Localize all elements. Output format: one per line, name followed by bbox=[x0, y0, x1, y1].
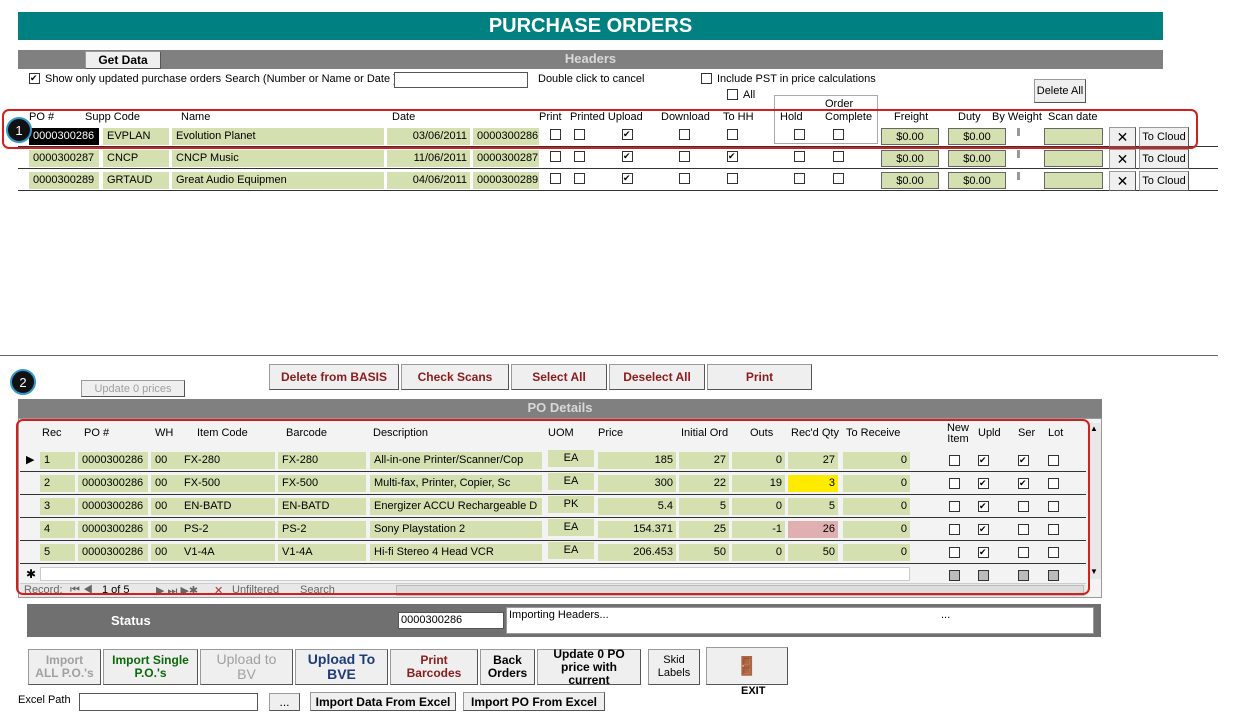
headers-section-bar: Headers bbox=[18, 50, 1163, 69]
skid-labels-button[interactable]: Skid Labels bbox=[648, 649, 700, 685]
excel-path-input[interactable] bbox=[79, 693, 258, 711]
upload-bve-button[interactable]: Upload To BVE bbox=[295, 649, 388, 685]
header-date-field[interactable]: 11/06/2011 bbox=[387, 150, 470, 167]
header-row-divider bbox=[18, 168, 1218, 169]
delete-all-button[interactable]: Delete All bbox=[1034, 79, 1086, 103]
to-cloud-button[interactable]: To Cloud bbox=[1139, 171, 1189, 191]
highlight-box-1 bbox=[2, 109, 1198, 149]
excel-path-label: Excel Path bbox=[18, 694, 71, 706]
header-name-field[interactable]: CNCP Music bbox=[172, 150, 384, 167]
show-only-updated-checkbox[interactable] bbox=[29, 73, 40, 84]
details-section-bar: PO Details bbox=[18, 399, 1102, 418]
header-date-field[interactable]: 04/06/2011 bbox=[387, 172, 470, 189]
import-all-label: Import ALL P.O.'s bbox=[35, 653, 94, 680]
delete-from-basis-button[interactable]: Delete from BASIS bbox=[269, 364, 399, 390]
header-row-divider bbox=[18, 190, 1218, 191]
print-barcodes-button[interactable]: Print Barcodes bbox=[390, 649, 478, 685]
scroll-up-icon[interactable]: ▲ bbox=[1090, 424, 1098, 433]
update-prices-button[interactable]: Update 0 prices bbox=[81, 380, 185, 397]
header-checkbox[interactable] bbox=[679, 151, 690, 162]
skid-labels-label: Skid Labels bbox=[657, 654, 691, 679]
header-supp-field[interactable]: GRTAUD bbox=[103, 172, 169, 189]
header-checkbox[interactable] bbox=[622, 173, 633, 184]
header-checkbox[interactable] bbox=[727, 173, 738, 184]
back-orders-label: Back Orders bbox=[487, 653, 528, 680]
page-title: PURCHASE ORDERS bbox=[18, 12, 1163, 40]
update-po-price-button[interactable]: Update 0 PO price with current bbox=[537, 646, 641, 687]
search-input[interactable] bbox=[394, 72, 528, 88]
header-checkbox[interactable] bbox=[550, 151, 561, 162]
search-label: Search (Number or Name or Date ) bbox=[225, 73, 397, 85]
browse-button[interactable]: ... bbox=[269, 693, 300, 711]
delete-row-button[interactable]: ✕ bbox=[1109, 171, 1136, 191]
back-orders-button[interactable]: Back Orders bbox=[480, 649, 535, 685]
select-all-button[interactable]: Select All bbox=[511, 364, 607, 390]
header-checkbox[interactable] bbox=[622, 151, 633, 162]
header-checkbox[interactable] bbox=[679, 173, 690, 184]
import-data-from-excel-button[interactable]: Import Data From Excel bbox=[310, 692, 456, 711]
upload-bv-button[interactable]: Upload to BV bbox=[200, 649, 293, 685]
status-po-field: 0000300286 bbox=[398, 612, 504, 629]
import-all-button[interactable]: Import ALL P.O.'s bbox=[28, 649, 101, 685]
delete-row-button[interactable]: ✕ bbox=[1109, 149, 1136, 169]
upload-bv-label: Upload to BV bbox=[216, 651, 277, 682]
import-single-button[interactable]: Import Single P.O.'s bbox=[103, 649, 198, 685]
callout-badge-1: 1 bbox=[6, 117, 32, 143]
show-only-updated-label: Show only updated purchase orders bbox=[45, 73, 222, 85]
all-checkbox[interactable] bbox=[727, 89, 738, 100]
exit-label: EXIT bbox=[741, 685, 766, 697]
header-checkbox[interactable] bbox=[550, 173, 561, 184]
header-checkbox[interactable] bbox=[833, 151, 844, 162]
header-scan-date-field[interactable] bbox=[1044, 172, 1103, 189]
update-po-price-label: Update 0 PO price with current bbox=[553, 646, 625, 687]
header-freight-field[interactable]: $0.00 bbox=[881, 150, 939, 167]
exit-button[interactable]: 🚪 bbox=[706, 647, 788, 685]
header-checkbox[interactable] bbox=[794, 151, 805, 162]
get-data-button[interactable]: Get Data bbox=[85, 51, 161, 69]
header-supp-field[interactable]: CNCP bbox=[103, 150, 169, 167]
details-bar-label: PO Details bbox=[527, 400, 593, 415]
header-freight-field[interactable]: $0.00 bbox=[881, 172, 939, 189]
exit-door-icon: 🚪 bbox=[735, 655, 759, 676]
header-duty-field[interactable]: $0.00 bbox=[948, 150, 1006, 167]
header-duty-field[interactable]: $0.00 bbox=[948, 172, 1006, 189]
header-checkbox[interactable] bbox=[574, 151, 585, 162]
all-label: All bbox=[743, 89, 756, 101]
status-message: Importing Headers... bbox=[509, 609, 609, 621]
headers-bar-label: Headers bbox=[564, 51, 617, 66]
deselect-all-button[interactable]: Deselect All bbox=[609, 364, 705, 390]
header-checkbox[interactable] bbox=[574, 173, 585, 184]
header-po-field[interactable]: 0000300287 bbox=[29, 150, 99, 167]
header-ref-field[interactable]: 0000300289 bbox=[473, 172, 539, 189]
double-click-hint: Double click to cancel bbox=[538, 73, 645, 85]
status-label: Status bbox=[111, 613, 151, 628]
include-pst-checkbox[interactable] bbox=[701, 73, 712, 84]
highlight-box-2 bbox=[16, 419, 1090, 595]
header-name-field[interactable]: Great Audio Equipmen bbox=[172, 172, 384, 189]
header-checkbox[interactable] bbox=[794, 173, 805, 184]
include-pst-label: Include PST in price calculations bbox=[717, 73, 876, 85]
section-divider bbox=[0, 355, 1218, 356]
by-weight-marker bbox=[1017, 150, 1020, 158]
callout-badge-2: 2 bbox=[10, 369, 36, 395]
header-scan-date-field[interactable] bbox=[1044, 150, 1103, 167]
print-barcodes-label: Print Barcodes bbox=[406, 653, 462, 680]
header-po-field[interactable]: 0000300289 bbox=[29, 172, 99, 189]
header-checkbox[interactable] bbox=[833, 173, 844, 184]
print-button[interactable]: Print bbox=[707, 364, 812, 390]
status-message-box: Importing Headers... ... bbox=[506, 607, 1094, 634]
by-weight-marker bbox=[1017, 172, 1020, 180]
header-ref-field[interactable]: 0000300287 bbox=[473, 150, 539, 167]
header-checkbox[interactable] bbox=[727, 151, 738, 162]
status-dots: ... bbox=[941, 609, 951, 621]
import-po-from-excel-button[interactable]: Import PO From Excel bbox=[463, 692, 605, 711]
scroll-down-icon[interactable]: ▼ bbox=[1090, 567, 1098, 576]
import-single-label: Import Single P.O.'s bbox=[112, 653, 189, 680]
to-cloud-button[interactable]: To Cloud bbox=[1139, 149, 1189, 169]
check-scans-button[interactable]: Check Scans bbox=[401, 364, 509, 390]
upload-bve-label: Upload To BVE bbox=[307, 651, 376, 682]
